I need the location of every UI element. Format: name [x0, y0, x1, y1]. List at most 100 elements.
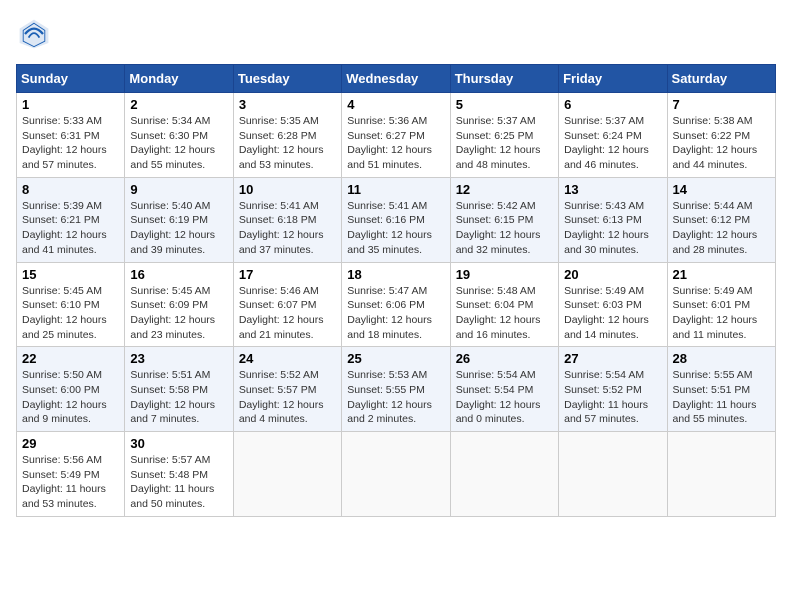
calendar-cell: 8 Sunrise: 5:39 AMSunset: 6:21 PMDaylight… — [17, 177, 125, 262]
day-info: Sunrise: 5:55 AMSunset: 5:51 PMDaylight:… — [673, 368, 770, 427]
day-number: 5 — [456, 97, 553, 112]
day-number: 22 — [22, 351, 119, 366]
calendar-header-monday: Monday — [125, 65, 233, 93]
day-number: 12 — [456, 182, 553, 197]
day-number: 21 — [673, 267, 770, 282]
day-number: 30 — [130, 436, 227, 451]
day-info: Sunrise: 5:34 AMSunset: 6:30 PMDaylight:… — [130, 114, 227, 173]
day-info: Sunrise: 5:50 AMSunset: 6:00 PMDaylight:… — [22, 368, 119, 427]
day-info: Sunrise: 5:47 AMSunset: 6:06 PMDaylight:… — [347, 284, 444, 343]
day-number: 11 — [347, 182, 444, 197]
day-info: Sunrise: 5:40 AMSunset: 6:19 PMDaylight:… — [130, 199, 227, 258]
day-info: Sunrise: 5:54 AMSunset: 5:52 PMDaylight:… — [564, 368, 661, 427]
calendar-cell: 1Sunrise: 5:33 AMSunset: 6:31 PMDaylight… — [17, 93, 125, 178]
day-number: 18 — [347, 267, 444, 282]
calendar-header-row: SundayMondayTuesdayWednesdayThursdayFrid… — [17, 65, 776, 93]
calendar-cell: 23 Sunrise: 5:51 AMSunset: 5:58 PMDayligh… — [125, 347, 233, 432]
day-number: 14 — [673, 182, 770, 197]
calendar-cell: 28 Sunrise: 5:55 AMSunset: 5:51 PMDayligh… — [667, 347, 775, 432]
day-info: Sunrise: 5:36 AMSunset: 6:27 PMDaylight:… — [347, 114, 444, 173]
page-header — [16, 16, 776, 52]
calendar-cell: 24Sunrise: 5:52 AMSunset: 5:57 PMDayligh… — [233, 347, 341, 432]
day-number: 10 — [239, 182, 336, 197]
calendar-header-friday: Friday — [559, 65, 667, 93]
calendar-cell: 15 Sunrise: 5:45 AMSunset: 6:10 PMDayligh… — [17, 262, 125, 347]
day-info: Sunrise: 5:37 AMSunset: 6:24 PMDaylight:… — [564, 114, 661, 173]
calendar-cell — [233, 432, 341, 517]
day-info: Sunrise: 5:38 AMSunset: 6:22 PMDaylight:… — [673, 114, 770, 173]
calendar-week-4: 22 Sunrise: 5:50 AMSunset: 6:00 PMDayligh… — [17, 347, 776, 432]
calendar-cell — [667, 432, 775, 517]
day-info: Sunrise: 5:56 AMSunset: 5:49 PMDaylight:… — [22, 453, 119, 512]
day-info: Sunrise: 5:43 AMSunset: 6:13 PMDaylight:… — [564, 199, 661, 258]
calendar-week-5: 29 Sunrise: 5:56 AMSunset: 5:49 PMDayligh… — [17, 432, 776, 517]
day-number: 4 — [347, 97, 444, 112]
day-number: 15 — [22, 267, 119, 282]
day-number: 25 — [347, 351, 444, 366]
calendar-header-saturday: Saturday — [667, 65, 775, 93]
day-info: Sunrise: 5:35 AMSunset: 6:28 PMDaylight:… — [239, 114, 336, 173]
calendar-cell: 21 Sunrise: 5:49 AMSunset: 6:01 PMDayligh… — [667, 262, 775, 347]
day-number: 2 — [130, 97, 227, 112]
calendar-week-2: 8 Sunrise: 5:39 AMSunset: 6:21 PMDaylight… — [17, 177, 776, 262]
calendar-cell: 26Sunrise: 5:54 AMSunset: 5:54 PMDayligh… — [450, 347, 558, 432]
day-info: Sunrise: 5:41 AMSunset: 6:18 PMDaylight:… — [239, 199, 336, 258]
calendar-cell — [450, 432, 558, 517]
calendar-cell: 12 Sunrise: 5:42 AMSunset: 6:15 PMDayligh… — [450, 177, 558, 262]
calendar-cell — [559, 432, 667, 517]
calendar-cell: 22 Sunrise: 5:50 AMSunset: 6:00 PMDayligh… — [17, 347, 125, 432]
day-info: Sunrise: 5:51 AMSunset: 5:58 PMDaylight:… — [130, 368, 227, 427]
calendar-cell: 4 Sunrise: 5:36 AMSunset: 6:27 PMDaylight… — [342, 93, 450, 178]
day-number: 19 — [456, 267, 553, 282]
calendar-cell: 19Sunrise: 5:48 AMSunset: 6:04 PMDayligh… — [450, 262, 558, 347]
logo-icon — [16, 16, 52, 52]
day-number: 20 — [564, 267, 661, 282]
day-info: Sunrise: 5:39 AMSunset: 6:21 PMDaylight:… — [22, 199, 119, 258]
calendar-cell: 10 Sunrise: 5:41 AMSunset: 6:18 PMDayligh… — [233, 177, 341, 262]
day-info: Sunrise: 5:45 AMSunset: 6:09 PMDaylight:… — [130, 284, 227, 343]
day-info: Sunrise: 5:49 AMSunset: 6:03 PMDaylight:… — [564, 284, 661, 343]
calendar-cell: 18 Sunrise: 5:47 AMSunset: 6:06 PMDayligh… — [342, 262, 450, 347]
day-number: 7 — [673, 97, 770, 112]
day-number: 13 — [564, 182, 661, 197]
calendar-cell: 9Sunrise: 5:40 AMSunset: 6:19 PMDaylight… — [125, 177, 233, 262]
calendar-cell — [342, 432, 450, 517]
calendar-header-wednesday: Wednesday — [342, 65, 450, 93]
calendar-cell: 14 Sunrise: 5:44 AMSunset: 6:12 PMDayligh… — [667, 177, 775, 262]
day-info: Sunrise: 5:49 AMSunset: 6:01 PMDaylight:… — [673, 284, 770, 343]
calendar-week-1: 1Sunrise: 5:33 AMSunset: 6:31 PMDaylight… — [17, 93, 776, 178]
day-info: Sunrise: 5:54 AMSunset: 5:54 PMDaylight:… — [456, 368, 553, 427]
calendar-cell: 7 Sunrise: 5:38 AMSunset: 6:22 PMDaylight… — [667, 93, 775, 178]
calendar-cell: 30 Sunrise: 5:57 AMSunset: 5:48 PMDayligh… — [125, 432, 233, 517]
day-number: 23 — [130, 351, 227, 366]
calendar-cell: 13 Sunrise: 5:43 AMSunset: 6:13 PMDayligh… — [559, 177, 667, 262]
day-info: Sunrise: 5:42 AMSunset: 6:15 PMDaylight:… — [456, 199, 553, 258]
day-info: Sunrise: 5:57 AMSunset: 5:48 PMDaylight:… — [130, 453, 227, 512]
calendar-cell: 25 Sunrise: 5:53 AMSunset: 5:55 PMDayligh… — [342, 347, 450, 432]
logo — [16, 16, 56, 52]
calendar-cell: 11 Sunrise: 5:41 AMSunset: 6:16 PMDayligh… — [342, 177, 450, 262]
day-number: 28 — [673, 351, 770, 366]
day-info: Sunrise: 5:44 AMSunset: 6:12 PMDaylight:… — [673, 199, 770, 258]
day-info: Sunrise: 5:41 AMSunset: 6:16 PMDaylight:… — [347, 199, 444, 258]
calendar-header-sunday: Sunday — [17, 65, 125, 93]
calendar-cell: 29 Sunrise: 5:56 AMSunset: 5:49 PMDayligh… — [17, 432, 125, 517]
calendar-cell: 16 Sunrise: 5:45 AMSunset: 6:09 PMDayligh… — [125, 262, 233, 347]
day-info: Sunrise: 5:37 AMSunset: 6:25 PMDaylight:… — [456, 114, 553, 173]
calendar-header-tuesday: Tuesday — [233, 65, 341, 93]
calendar-cell: 3 Sunrise: 5:35 AMSunset: 6:28 PMDaylight… — [233, 93, 341, 178]
day-number: 16 — [130, 267, 227, 282]
day-number: 8 — [22, 182, 119, 197]
day-number: 24 — [239, 351, 336, 366]
day-info: Sunrise: 5:46 AMSunset: 6:07 PMDaylight:… — [239, 284, 336, 343]
calendar-week-3: 15 Sunrise: 5:45 AMSunset: 6:10 PMDayligh… — [17, 262, 776, 347]
day-info: Sunrise: 5:45 AMSunset: 6:10 PMDaylight:… — [22, 284, 119, 343]
calendar-cell: 6Sunrise: 5:37 AMSunset: 6:24 PMDaylight… — [559, 93, 667, 178]
calendar-cell: 5 Sunrise: 5:37 AMSunset: 6:25 PMDaylight… — [450, 93, 558, 178]
calendar-cell: 20 Sunrise: 5:49 AMSunset: 6:03 PMDayligh… — [559, 262, 667, 347]
calendar-table: SundayMondayTuesdayWednesdayThursdayFrid… — [16, 64, 776, 517]
day-info: Sunrise: 5:53 AMSunset: 5:55 PMDaylight:… — [347, 368, 444, 427]
day-number: 17 — [239, 267, 336, 282]
day-number: 3 — [239, 97, 336, 112]
day-number: 29 — [22, 436, 119, 451]
